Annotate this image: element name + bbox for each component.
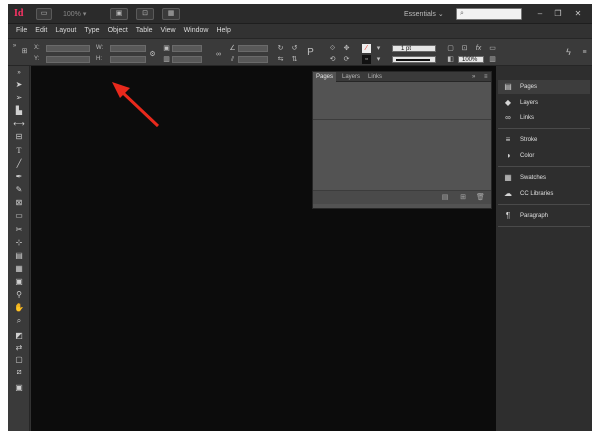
annotation-arrow xyxy=(112,82,160,128)
arrow-shaft xyxy=(120,90,160,128)
